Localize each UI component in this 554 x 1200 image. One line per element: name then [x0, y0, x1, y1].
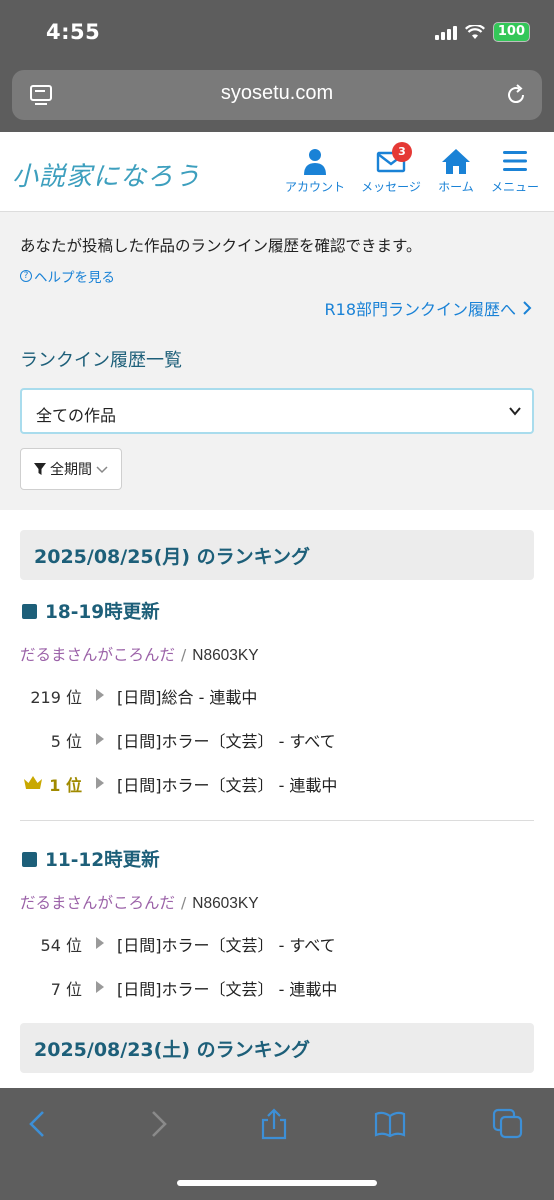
url-text[interactable]: syosetu.com — [12, 82, 542, 105]
work-select-value: 全ての作品 — [36, 406, 117, 425]
wifi-icon — [464, 24, 485, 39]
back-icon[interactable] — [22, 1108, 54, 1140]
work-select[interactable]: 全ての作品 — [20, 388, 534, 434]
mail-icon-wrap: 3 — [376, 142, 412, 176]
signal-icon — [434, 24, 457, 40]
work-title-link[interactable]: だるまさんがころんだ — [20, 646, 175, 664]
nav-messages-label: メッセージ — [361, 180, 421, 194]
work-separator: / — [181, 646, 187, 664]
bookmarks-icon[interactable] — [374, 1108, 406, 1140]
person-icon — [304, 149, 326, 175]
intro-text: あなたが投稿した作品のランクイン履歴を確認できます。 — [20, 237, 422, 255]
message-badge: 3 — [392, 142, 412, 162]
home-indicator — [177, 1180, 377, 1186]
rank-row: 1 位 [日間]ホラー〔文芸〕 - 連載中 — [20, 772, 534, 796]
rank-category: [日間]ホラー〔文芸〕 - 連載中 — [117, 980, 338, 999]
rank-row: 219 位 [日間]総合 - 連載中 — [20, 684, 534, 708]
info-panel: あなたが投稿した作品のランクイン履歴を確認できます。 ? ヘルプを見る R18部… — [0, 212, 554, 510]
update-time: 11-12時更新 — [45, 850, 160, 871]
rank-category: [日間]ホラー〔文芸〕 - すべて — [117, 936, 336, 955]
triangle-right-icon — [96, 937, 104, 949]
share-icon[interactable] — [258, 1108, 290, 1140]
work-code: N8603KY — [192, 647, 259, 664]
triangle-right-icon — [96, 733, 104, 745]
address-bar[interactable]: syosetu.com — [12, 70, 542, 120]
help-link[interactable]: ? ヘルプを見る — [20, 266, 115, 286]
nav-account[interactable]: アカウント — [279, 146, 351, 195]
ranking-date: 2025/08/25(月) のランキング — [34, 546, 311, 568]
work-title-link[interactable]: だるまさんがころんだ — [20, 894, 175, 912]
rank-position: 5 位 — [50, 732, 82, 751]
update-time-heading: 18-19時更新 — [22, 598, 160, 624]
filter-icon — [34, 463, 46, 475]
square-bullet-icon — [22, 603, 37, 619]
rank-position: 54 位 — [40, 936, 82, 955]
triangle-right-icon — [96, 689, 104, 701]
tabs-icon[interactable] — [492, 1108, 524, 1140]
chevron-down-icon — [509, 407, 521, 416]
rank-row: 5 位 [日間]ホラー〔文芸〕 - すべて — [20, 728, 534, 752]
rank-position: 7 位 — [50, 980, 82, 999]
rank-row: 54 位 [日間]ホラー〔文芸〕 - すべて — [20, 932, 534, 956]
help-link-label: ヘルプを見る — [34, 270, 115, 286]
ranking-date-header: 2025/08/25(月) のランキング — [20, 530, 534, 580]
nav-menu-label: メニュー — [490, 180, 539, 194]
update-time: 18-19時更新 — [45, 602, 160, 623]
rank-position: 219 位 — [30, 688, 82, 707]
status-time: 4:55 — [46, 20, 101, 44]
chevron-down-icon — [96, 466, 108, 474]
work-line: だるまさんがころんだ / N8603KY — [20, 891, 259, 913]
triangle-right-icon — [96, 777, 104, 789]
period-filter-button[interactable]: 全期間 — [20, 448, 122, 490]
menu-icon — [503, 151, 527, 171]
reload-icon[interactable] — [504, 83, 528, 107]
work-line: だるまさんがころんだ / N8603KY — [20, 643, 259, 665]
rank-category: [日間]ホラー〔文芸〕 - 連載中 — [117, 776, 338, 795]
status-icons: 100 — [434, 22, 530, 42]
forward-icon[interactable] — [142, 1108, 174, 1140]
chevron-right-icon — [523, 301, 532, 315]
update-time-heading: 11-12時更新 — [22, 846, 160, 872]
rank-row: 7 位 [日間]ホラー〔文芸〕 - 連載中 — [20, 976, 534, 1000]
nav-messages[interactable]: 3 メッセージ — [355, 142, 427, 195]
nav-menu[interactable]: メニュー — [479, 146, 551, 195]
divider — [20, 820, 534, 821]
nav-account-label: アカウント — [284, 180, 345, 194]
r18-link-label: R18部門ランクイン履歴へ — [324, 300, 516, 319]
period-filter-label: 全期間 — [50, 462, 92, 478]
site-header: 小説家になろう アカウント 3 メッセージ ホーム メニュー — [0, 132, 554, 212]
triangle-right-icon — [96, 981, 104, 993]
work-code: N8603KY — [192, 895, 259, 912]
r18-history-link[interactable]: R18部門ランクイン履歴へ — [325, 296, 532, 320]
work-separator: / — [181, 894, 187, 912]
status-bar: 4:55 100 syosetu.com — [0, 0, 554, 132]
home-icon — [442, 149, 470, 174]
rank-category: [日間]総合 - 連載中 — [117, 688, 258, 707]
question-icon: ? — [20, 270, 32, 282]
ranking-date: 2025/08/23(土) のランキング — [34, 1039, 311, 1061]
square-bullet-icon — [22, 851, 37, 867]
battery-indicator: 100 — [492, 22, 530, 42]
ranking-date-header: 2025/08/23(土) のランキング — [20, 1023, 534, 1073]
site-logo[interactable]: 小説家になろう — [12, 156, 201, 193]
rank-position: 1 位 — [49, 776, 82, 795]
section-title: ランクイン履歴一覧 — [20, 350, 182, 371]
rank-category: [日間]ホラー〔文芸〕 - すべて — [117, 732, 336, 751]
